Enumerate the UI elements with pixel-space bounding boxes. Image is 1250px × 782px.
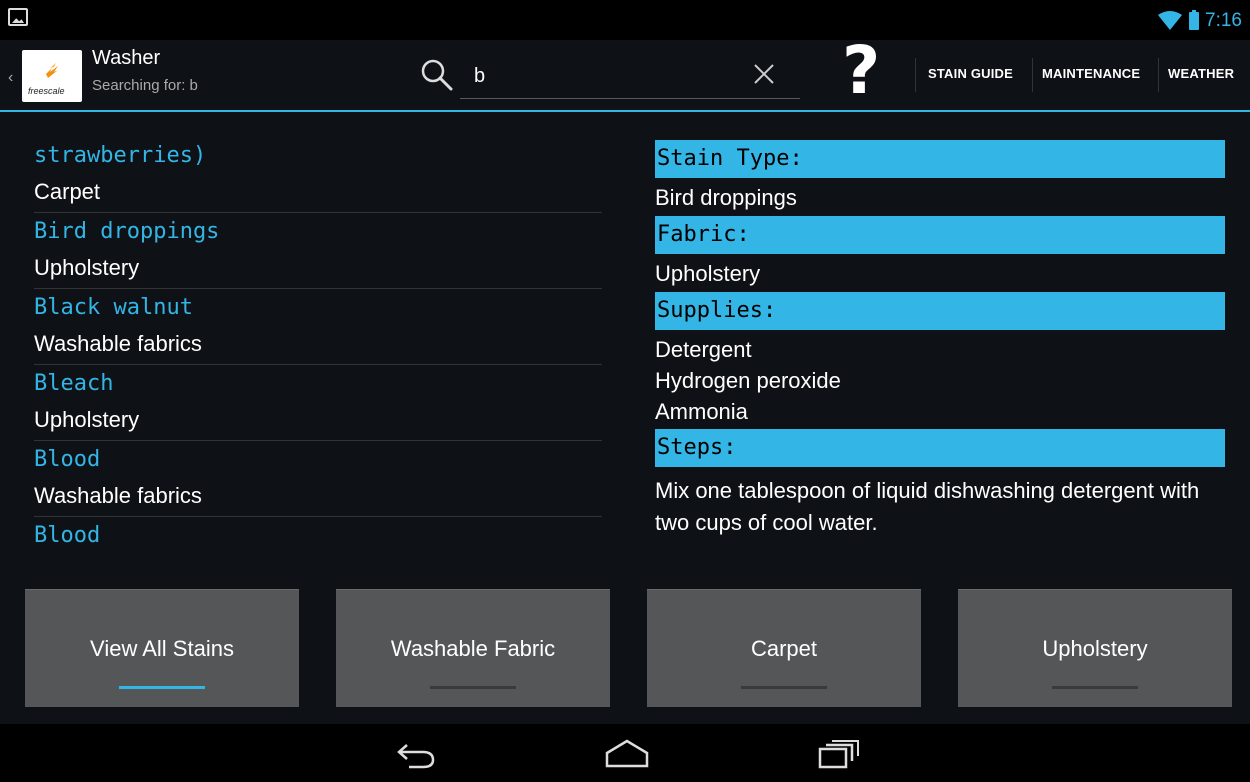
selected-indicator (430, 686, 516, 689)
menu-stain-guide[interactable]: STAIN GUIDE (928, 66, 1013, 81)
logo-text: freescale (28, 86, 65, 96)
menu-divider (1158, 58, 1159, 92)
action-bar: ‹ freescale Washer Searching for: b ? ST… (0, 38, 1250, 110)
battery-icon (1189, 10, 1200, 30)
washable-fabric-button[interactable]: Washable Fabric (336, 589, 610, 707)
recent-apps-icon[interactable] (816, 736, 862, 770)
stain-title[interactable]: Bleach (34, 365, 602, 403)
stain-title[interactable]: Black walnut (34, 289, 602, 327)
help-icon[interactable]: ? (842, 38, 880, 104)
stain-type-header: Stain Type: (655, 140, 1225, 178)
menu-divider (915, 58, 916, 92)
stain-fabric[interactable]: Carpet (34, 175, 602, 213)
stain-type-value: Bird droppings (655, 185, 797, 210)
stain-fabric[interactable]: Upholstery (34, 251, 602, 289)
stain-fabric[interactable]: Upholstery (34, 403, 602, 441)
menu-divider (1032, 58, 1033, 92)
selected-indicator (1052, 686, 1138, 689)
steps-text: Mix one tablespoon of liquid dishwashing… (655, 478, 1200, 535)
search-input[interactable] (460, 55, 800, 99)
stain-title[interactable]: Bird droppings (34, 213, 602, 251)
supplies-list: Detergent Hydrogen peroxide Ammonia (655, 330, 1225, 429)
upholstery-button[interactable]: Upholstery (958, 589, 1232, 707)
selected-indicator (119, 686, 205, 689)
selected-indicator (741, 686, 827, 689)
app-title: Washer (92, 47, 161, 69)
supply-item: Detergent (655, 337, 752, 362)
status-bar: 7:16 (0, 0, 1250, 40)
supplies-header: Supplies: (655, 292, 1225, 330)
picture-icon (8, 8, 28, 26)
stain-title[interactable]: Blood (34, 517, 602, 555)
fabric-value: Upholstery (655, 261, 761, 286)
home-icon[interactable] (604, 736, 650, 770)
steps-header: Steps: (655, 429, 1225, 467)
clock: 7:16 (1205, 10, 1242, 31)
close-icon[interactable] (752, 62, 776, 86)
search-icon (421, 59, 453, 91)
button-label: View All Stains (90, 635, 234, 661)
menu-weather[interactable]: WEATHER (1168, 66, 1234, 81)
navigation-bar (0, 724, 1250, 782)
stain-list[interactable]: strawberries) Carpet Bird droppings Upho… (34, 140, 602, 555)
stain-fabric[interactable]: Washable fabrics (34, 479, 602, 517)
supply-item: Ammonia (655, 399, 748, 424)
menu-maintenance[interactable]: MAINTENANCE (1042, 66, 1140, 81)
button-label: Washable Fabric (390, 635, 556, 661)
button-label: Carpet (750, 635, 818, 661)
stain-fabric[interactable]: Washable fabrics (34, 327, 602, 365)
main-content: strawberries) Carpet Bird droppings Upho… (0, 112, 1250, 724)
fabric-header: Fabric: (655, 216, 1225, 254)
button-label: Upholstery (1042, 635, 1148, 661)
status-icons: 7:16 (1157, 10, 1242, 32)
supply-item: Hydrogen peroxide (655, 368, 841, 393)
back-caret-icon[interactable]: ‹ (8, 69, 13, 87)
wifi-icon (1158, 11, 1183, 30)
back-icon[interactable] (393, 736, 439, 770)
stain-title[interactable]: Blood (34, 441, 602, 479)
freescale-logo-icon (46, 63, 58, 78)
view-all-stains-button[interactable]: View All Stains (25, 589, 299, 707)
stain-title[interactable]: strawberries) (34, 137, 602, 175)
app-logo[interactable]: freescale (22, 50, 82, 102)
stain-detail-panel: Stain Type: Bird droppings Fabric: Uphol… (655, 140, 1225, 539)
app-subtitle: Searching for: b (92, 77, 198, 94)
carpet-button[interactable]: Carpet (647, 589, 921, 707)
